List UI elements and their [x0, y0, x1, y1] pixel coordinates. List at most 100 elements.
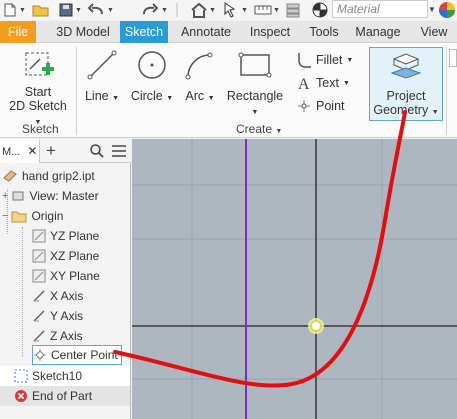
separator — [176, 1, 178, 19]
open-button[interactable] — [32, 1, 50, 19]
project-geometry-icon — [390, 53, 422, 79]
tree-item-xz-plane[interactable]: XZ Plane — [32, 246, 99, 266]
divider — [76, 47, 77, 135]
undo-button[interactable]: ▼ — [86, 1, 114, 19]
redo-button[interactable]: ▼ — [140, 1, 168, 19]
plane-icon — [32, 269, 46, 283]
ribbon-panel: Start 2D Sketch ▼ Line ▼ Circle ▼ Arc ▼ … — [0, 43, 457, 138]
tree-item-end-of-part[interactable]: End of Part — [0, 386, 130, 406]
new-file-button[interactable]: ▼ — [2, 1, 26, 19]
chevron-down-icon: ▼ — [346, 56, 354, 64]
circle-icon — [138, 51, 166, 79]
folder-open-icon — [32, 5, 49, 17]
appearance-button[interactable] — [312, 1, 328, 19]
redo-icon — [143, 3, 159, 15]
tree-item-x-axis[interactable]: X Axis — [32, 286, 83, 306]
chevron-down-icon: ▼ — [241, 6, 248, 14]
project-geometry-button[interactable]: Project Geometry ▼ — [369, 47, 443, 121]
browser-tab[interactable]: M... ✕ — [0, 139, 40, 163]
tree-item-label: Center Point — [51, 348, 118, 362]
text-label: Text — [316, 76, 339, 90]
arc-button[interactable]: Arc ▼ — [180, 49, 220, 106]
end-of-part-icon — [15, 390, 27, 402]
browser-tab-label: M... — [2, 146, 21, 158]
arc-label: Arc ▼ — [185, 89, 215, 103]
tab-manage[interactable]: Manage — [352, 21, 404, 43]
fillet-button[interactable]: Fillet ▼ — [296, 51, 353, 69]
start-sketch-icon — [25, 52, 54, 76]
search-icon[interactable] — [90, 144, 104, 158]
start-sketch-label-1: Start — [24, 85, 52, 99]
chevron-down-icon: ▼ — [273, 6, 280, 14]
project-label-1: Project — [386, 89, 426, 103]
ruler-icon — [254, 5, 272, 15]
tab-annotate[interactable]: Annotate — [176, 21, 236, 43]
axis-icon — [33, 310, 45, 322]
panel-label-create[interactable]: Create ▼ — [236, 122, 282, 136]
chevron-down-icon: ▼ — [19, 6, 26, 14]
line-button[interactable]: Line ▼ — [82, 49, 122, 106]
tree-item-sketch10[interactable]: Sketch10 — [0, 366, 130, 386]
home-button[interactable]: ▼ — [190, 1, 216, 19]
tree-item-label: Origin — [31, 209, 64, 223]
fillet-label: Fillet — [316, 53, 343, 67]
rectangle-label: Rectangle ▼ — [226, 89, 284, 116]
overflow-panel-button[interactable] — [449, 49, 457, 67]
tab-view[interactable]: View — [414, 21, 454, 43]
chevron-down-icon: ▼ — [209, 6, 216, 14]
start-2d-sketch-button[interactable]: Start 2D Sketch ▼ — [6, 49, 70, 130]
rectangle-button[interactable]: Rectangle ▼ — [224, 49, 286, 120]
tab-sketch[interactable]: Sketch — [120, 21, 168, 43]
tab-tools[interactable]: Tools — [304, 21, 344, 43]
parameters-button[interactable] — [284, 1, 304, 19]
text-button[interactable]: A Text ▼ — [296, 74, 350, 92]
tree-item-part[interactable]: hand grip2.ipt — [2, 166, 95, 186]
tree-item-z-axis[interactable]: Z Axis — [32, 326, 83, 346]
line-icon — [87, 50, 117, 80]
new-file-icon — [4, 3, 16, 17]
tree-item-center-point[interactable]: Center Point — [32, 345, 122, 365]
save-button[interactable]: ▼ — [58, 1, 82, 19]
color-wheel-icon — [439, 2, 455, 18]
cursor-icon — [224, 2, 236, 18]
folder-icon — [11, 211, 27, 223]
plane-icon — [32, 229, 46, 243]
point-button[interactable]: Point — [296, 97, 345, 115]
material-dropdown[interactable]: Material — [332, 0, 428, 18]
tab-inspect[interactable]: Inspect — [244, 21, 296, 43]
model-browser: M... ✕ + hand grip2.ipt + View: Master −… — [0, 139, 131, 419]
circle-button[interactable]: Circle ▼ — [130, 49, 174, 106]
tree-item-xy-plane[interactable]: XY Plane — [32, 266, 100, 286]
tree-item-origin[interactable]: − Origin — [2, 206, 63, 226]
measure-button[interactable]: ▼ — [254, 1, 280, 19]
expand-icon[interactable]: + — [2, 190, 8, 202]
tree-item-view[interactable]: + View: Master — [2, 186, 99, 206]
point-label: Point — [316, 99, 345, 113]
tree-item-label: YZ Plane — [50, 229, 100, 243]
graphics-viewport[interactable] — [132, 139, 457, 419]
view-icon — [12, 191, 24, 201]
tab-file[interactable]: File — [0, 21, 36, 43]
undo-icon — [87, 3, 103, 15]
tree-item-label: Sketch10 — [32, 369, 83, 383]
collapse-icon[interactable]: − — [2, 210, 8, 222]
center-point-icon — [34, 349, 46, 361]
appearance-color-button[interactable] — [438, 1, 456, 19]
sketch-canvas — [132, 139, 457, 419]
ribbon-tabs: File 3D Model Sketch Annotate Inspect To… — [0, 21, 457, 43]
add-tab-icon[interactable]: + — [46, 141, 56, 161]
plane-icon — [32, 249, 46, 263]
circle-label: Circle ▼ — [130, 89, 174, 103]
tab-3d-model[interactable]: 3D Model — [48, 21, 118, 43]
select-button[interactable]: ▼ — [222, 1, 248, 19]
chevron-down-icon[interactable]: ▼ — [428, 0, 436, 18]
tree-item-label: XZ Plane — [50, 249, 100, 263]
tree-item-yz-plane[interactable]: YZ Plane — [32, 226, 99, 246]
text-icon: A — [298, 76, 310, 92]
tree-guide — [22, 227, 23, 357]
project-label-2: Geometry ▼ — [373, 103, 439, 117]
tree-item-y-axis[interactable]: Y Axis — [32, 306, 83, 326]
origin-point-marker[interactable] — [308, 318, 324, 334]
close-icon[interactable]: ✕ — [27, 144, 37, 158]
menu-icon[interactable] — [112, 145, 126, 157]
